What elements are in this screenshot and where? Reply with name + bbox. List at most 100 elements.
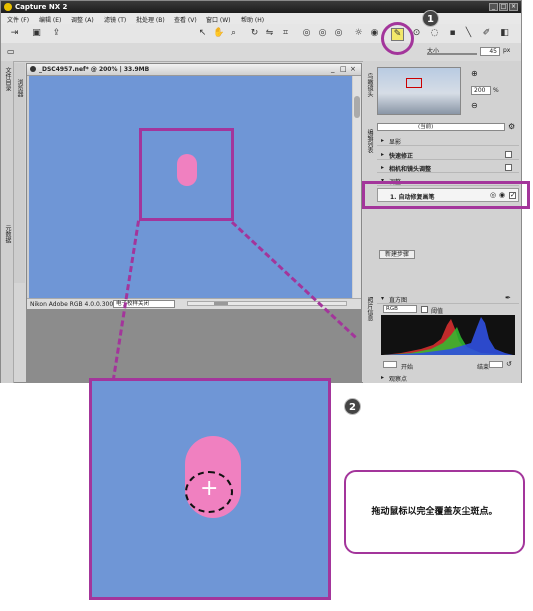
save-icon[interactable]: ⇪ <box>51 28 62 39</box>
doc-close-icon[interactable]: × <box>350 65 356 73</box>
size-input[interactable]: 45 <box>480 47 500 56</box>
instruction-callout: 拖动鼠标以完全覆盖灰尘斑点。 <box>344 470 525 554</box>
start-input[interactable] <box>383 361 397 368</box>
end-label: 结束 <box>477 364 490 371</box>
left-tab-bar: 文件目录 元数据 <box>1 61 14 383</box>
gradient-icon[interactable]: ╲ <box>463 28 474 39</box>
version-value: (当前) <box>418 124 434 130</box>
tab-file-directory[interactable]: 文件目录 <box>3 67 11 91</box>
tab-metadata[interactable]: 元数据 <box>3 225 11 243</box>
zoom-unit: % <box>493 87 499 94</box>
vertical-scrollbar[interactable] <box>353 76 361 298</box>
main-toolbar: ⇥ ▣ ⇪ ↖ ✋ ⌕ ↻ ⇋ ⌗ ◎ ◎ ◎ ☼ ◉ ✎ ⊙ ◌ ▪ ╲ ✐ … <box>1 24 521 44</box>
menu-view[interactable]: 查看 (V) <box>174 15 197 24</box>
auto-retouch-tool-highlight <box>381 22 414 55</box>
menu-help[interactable]: 帮助 (H) <box>241 15 264 24</box>
minimize-icon[interactable]: _ <box>489 3 498 11</box>
lock-icon[interactable]: ▣ <box>31 28 42 39</box>
menu-file[interactable]: 文件 (F) <box>7 15 29 24</box>
workspace-background <box>26 309 362 383</box>
edit-options-icon[interactable]: ⚙ <box>508 122 515 131</box>
horizontal-scroll-thumb[interactable] <box>214 302 228 305</box>
menu-batch[interactable]: 批处理 (B) <box>136 15 165 24</box>
reset-icon[interactable]: ↺ <box>506 360 512 368</box>
size-slider[interactable] <box>427 53 477 55</box>
tab-photo-info[interactable]: 照片信息 <box>365 297 373 321</box>
browser-toggle-icon[interactable]: ⇥ <box>9 28 20 39</box>
selection-brush-icon[interactable]: ✐ <box>481 28 492 39</box>
color-control-point-icon[interactable]: ◉ <box>369 28 380 39</box>
soft-proof-value: 电子校样关闭 <box>116 301 150 307</box>
edit-step-highlight <box>362 181 530 209</box>
menu-edit[interactable]: 编辑 (E) <box>39 15 61 24</box>
app-logo-icon <box>4 3 12 11</box>
doc-minimize-icon[interactable]: _ <box>331 65 335 73</box>
birdseye-view-box[interactable] <box>406 78 422 88</box>
browser-tab-bar: 浏览器 <box>14 63 25 283</box>
version-select[interactable]: (当前) <box>377 123 505 131</box>
callout-text: 拖动鼠标以完全覆盖灰尘斑点。 <box>371 507 498 517</box>
lasso-icon[interactable]: ◌ <box>429 28 440 39</box>
quick-fix-label: 快速修正 <box>389 153 414 160</box>
document-title-bar: _DSC4957.nef* @ 200% | 33.9MB _ □ × <box>27 64 361 76</box>
tab-browser[interactable]: 浏览器 <box>15 79 23 97</box>
document-icon <box>30 66 36 72</box>
black-control-point-icon[interactable]: ◎ <box>301 28 312 39</box>
step-badge-1: 1 <box>422 10 439 27</box>
right-panel: 鸟瞰镜头 ⊕ 200 % ⊖ 编辑列表 (当前) ⚙ ▸ 显影 ▸ 快速修正 ▸ 相机… <box>363 61 521 383</box>
marquee-icon[interactable]: ▪ <box>447 28 458 39</box>
camera-lens-checkbox[interactable] <box>505 164 512 171</box>
step-badge-2: 2 <box>344 398 361 415</box>
zoom-input[interactable]: 200 <box>471 86 491 95</box>
tool-options-bar: ▭ 大小 45 px <box>1 43 521 62</box>
develop-row[interactable]: ▸ 显影 <box>377 135 519 146</box>
crop-icon[interactable]: ⌗ <box>280 28 291 39</box>
hand-icon[interactable]: ✋ <box>213 28 224 39</box>
tab-edit-list[interactable]: 编辑列表 <box>365 129 373 153</box>
zoom-icon[interactable]: ⌕ <box>228 28 239 39</box>
threshold-checkbox[interactable] <box>421 306 428 313</box>
eyedropper-icon[interactable]: ✒ <box>505 294 511 302</box>
neutral-control-point-icon[interactable]: ◎ <box>317 28 328 39</box>
camera-lens-label: 相机和镜头调整 <box>389 166 432 173</box>
white-control-point-icon[interactable]: ◎ <box>333 28 344 39</box>
doc-maximize-icon[interactable]: □ <box>340 65 347 73</box>
menu-filter[interactable]: 滤镜 (T) <box>104 15 126 24</box>
title-bar: Capture NX 2 _ □ × <box>1 1 521 13</box>
tab-birdseye[interactable]: 鸟瞰镜头 <box>365 73 373 97</box>
channel-value: RGB <box>386 306 398 312</box>
watch-point-label: 观察点 <box>389 376 408 383</box>
rotate-icon[interactable]: ↻ <box>249 28 260 39</box>
crosshair-icon: + <box>200 476 219 501</box>
size-unit: px <box>503 47 511 54</box>
fill-remove-icon[interactable]: ◧ <box>499 28 510 39</box>
histogram-row[interactable]: ▾ 直方图 ✒ <box>377 293 519 304</box>
zoom-source-highlight <box>139 128 234 221</box>
direct-select-icon[interactable]: ↖ <box>197 28 208 39</box>
zoomed-detail-view: + <box>89 378 331 600</box>
app-title: Capture NX 2 <box>15 3 68 11</box>
red-eye-icon[interactable]: ☼ <box>353 28 364 39</box>
zoom-out-icon[interactable]: ⊖ <box>471 101 478 110</box>
vertical-scroll-thumb[interactable] <box>354 96 360 118</box>
new-step-button[interactable]: 新建步骤 <box>379 250 415 259</box>
straighten-icon[interactable]: ⇋ <box>264 28 275 39</box>
zoom-in-icon[interactable]: ⊕ <box>471 69 478 78</box>
close-icon[interactable]: × <box>509 3 518 11</box>
document-title: _DSC4957.nef* @ 200% | 33.9MB <box>39 66 150 73</box>
develop-label: 显影 <box>389 139 402 146</box>
maximize-icon[interactable]: □ <box>499 3 508 11</box>
birdseye-thumbnail[interactable] <box>377 67 461 115</box>
panel-toggle-icon[interactable]: ▭ <box>7 47 15 56</box>
camera-lens-row[interactable]: ▸ 相机和镜头调整 <box>377 162 519 173</box>
quick-fix-checkbox[interactable] <box>505 151 512 158</box>
menu-adjust[interactable]: 调整 (A) <box>71 15 94 24</box>
watch-point-row[interactable]: ▸ 观察点 <box>377 372 519 383</box>
histogram-label: 直方图 <box>389 297 408 304</box>
channel-select[interactable]: RGB <box>383 305 417 313</box>
histogram-graph <box>381 315 515 355</box>
end-input[interactable] <box>489 361 503 368</box>
menu-window[interactable]: 窗口 (W) <box>206 15 231 24</box>
color-profile-label: Nikon Adobe RGB 4.0.0.3000 <box>30 301 117 308</box>
quick-fix-row[interactable]: ▸ 快速修正 <box>377 149 519 160</box>
